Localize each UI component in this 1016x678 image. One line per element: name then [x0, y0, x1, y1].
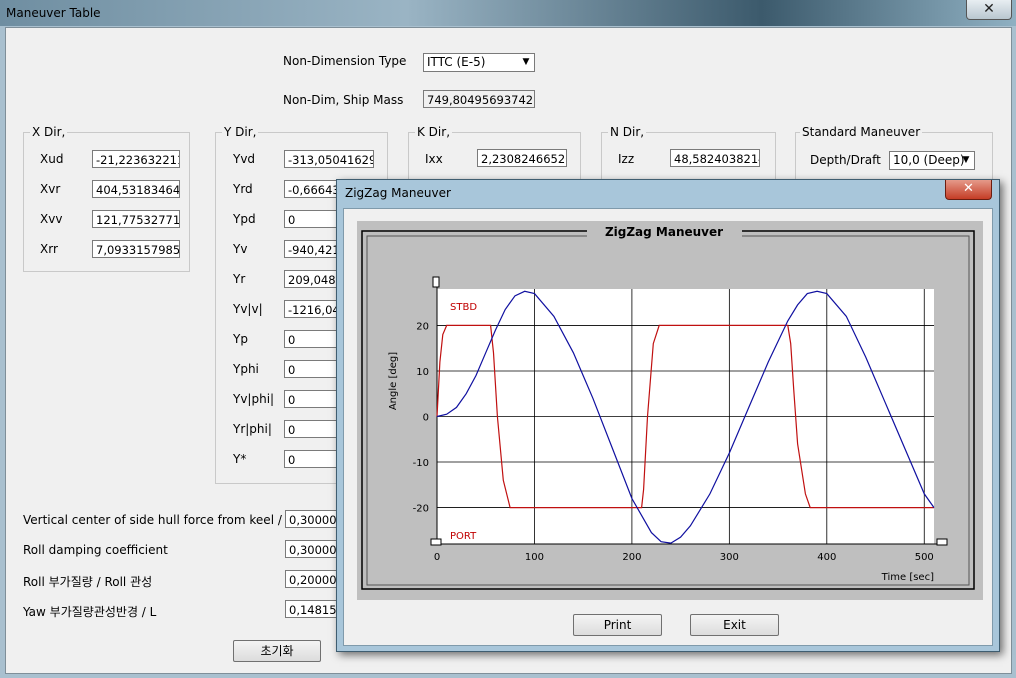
print-button[interactable]: Print	[573, 614, 662, 636]
y-param-field[interactable]: -313,050416298	[284, 150, 374, 168]
nondim-type-value: ITTC (E-5)	[427, 55, 486, 69]
y-tick-label: 10	[416, 367, 429, 378]
port-annotation: PORT	[450, 531, 477, 542]
y-param-label: Yr	[233, 272, 246, 286]
zigzag-dialog: ZigZag Maneuver ✕ ZigZag Maneuver 0 100 20…	[336, 179, 1000, 652]
y-param-label: Yrd	[233, 182, 253, 196]
y-param-label: Yr|phi|	[233, 422, 272, 436]
n-param-label: Izz	[618, 152, 635, 166]
x-scroll-handle-left[interactable]	[430, 538, 442, 546]
exit-button[interactable]: Exit	[690, 614, 779, 636]
k-param-label: Ixx	[425, 152, 443, 166]
chart-panel: ZigZag Maneuver 0 100 200 300 400 500 -20 -10 0 1…	[357, 221, 983, 600]
y-param-label: Yp	[233, 332, 248, 346]
bottom-param-label: Roll 부가질량 / Roll 관성	[23, 575, 153, 589]
ship-mass-label: Non-Dim, Ship Mass	[283, 93, 404, 107]
y-param-label: Yv|phi|	[233, 392, 275, 406]
y-tick-label: -20	[413, 504, 429, 515]
y-axis-label: Angle [deg]	[388, 352, 399, 410]
chevron-down-icon: ▼	[962, 155, 970, 165]
y-tick-label: 0	[423, 413, 429, 424]
zigzag-chart: ZigZag Maneuver 0 100 200 300 400 500 -20 -10 0 1…	[361, 223, 975, 590]
y-tick-label: 20	[416, 321, 429, 332]
bottom-param-label: Yaw 부가질량관성반경 / L	[23, 605, 157, 619]
bottom-param-label: Vertical center of side hull force from …	[23, 513, 294, 527]
y-dir-title: Y Dir,	[222, 125, 259, 139]
bottom-param-label: Roll damping coefficient	[23, 543, 168, 557]
k-param-field[interactable]: 2,230824665268	[477, 149, 567, 167]
x-param-label: Xvr	[40, 182, 61, 196]
x-tick-label: 300	[720, 552, 739, 563]
y-param-label: Yv	[233, 242, 248, 256]
depth-draft-label: Depth/Draft	[810, 153, 881, 167]
x-param-label: Xud	[40, 152, 64, 166]
y-param-label: Y*	[233, 452, 247, 466]
chart-title: ZigZag Maneuver	[605, 225, 723, 239]
ship-mass-field[interactable]: 749,804956937427	[423, 90, 535, 108]
chevron-down-icon: ▼	[522, 57, 530, 67]
x-param-label: Xrr	[40, 242, 58, 256]
x-tick-label: 0	[434, 552, 440, 563]
dialog-title: ZigZag Maneuver	[345, 186, 451, 200]
y-param-label: Yv|v|	[233, 302, 263, 316]
x-param-field[interactable]: 7,093315798556	[92, 240, 180, 258]
x-param-field[interactable]: 404,5318346470	[92, 180, 180, 198]
nondim-type-label: Non-Dimension Type	[283, 54, 407, 68]
y-param-label: Yphi	[233, 362, 259, 376]
y-scroll-handle[interactable]	[432, 276, 440, 288]
depth-draft-select[interactable]: 10,0 (Deep) ▼	[889, 151, 975, 170]
x-axis-label: Time [sec]	[881, 572, 934, 583]
main-window-title: Maneuver Table	[6, 6, 101, 20]
k-dir-title: K Dir,	[415, 125, 453, 139]
dialog-client-area: ZigZag Maneuver 0 100 200 300 400 500 -20 -10 0 1…	[343, 208, 993, 646]
standard-maneuver-title: Standard Maneuver	[800, 125, 923, 139]
dialog-close-button[interactable]: ✕	[945, 180, 992, 200]
main-title-bar[interactable]: Maneuver Table	[0, 0, 1016, 26]
x-scroll-handle-right[interactable]	[936, 538, 948, 546]
main-close-button[interactable]: ✕	[966, 0, 1012, 20]
y-tick-label: -10	[413, 458, 429, 469]
nondim-type-select[interactable]: ITTC (E-5) ▼	[423, 53, 535, 72]
x-tick-label: 100	[525, 552, 544, 563]
n-dir-title: N Dir,	[608, 125, 647, 139]
x-tick-label: 200	[622, 552, 641, 563]
x-tick-label: 400	[817, 552, 836, 563]
reset-button[interactable]: 초기화	[233, 640, 321, 662]
x-param-field[interactable]: 121,7753277160	[92, 210, 180, 228]
x-param-label: Xvv	[40, 212, 63, 226]
x-dir-title: X Dir,	[30, 125, 68, 139]
depth-draft-value: 10,0 (Deep)	[893, 153, 965, 167]
n-param-field[interactable]: 48,58240382140	[670, 149, 760, 167]
stbd-annotation: STBD	[450, 302, 477, 313]
y-param-label: Yvd	[233, 152, 256, 166]
x-param-field[interactable]: -21,2236322113	[92, 150, 180, 168]
x-tick-label: 500	[915, 552, 934, 563]
y-param-label: Ypd	[233, 212, 256, 226]
